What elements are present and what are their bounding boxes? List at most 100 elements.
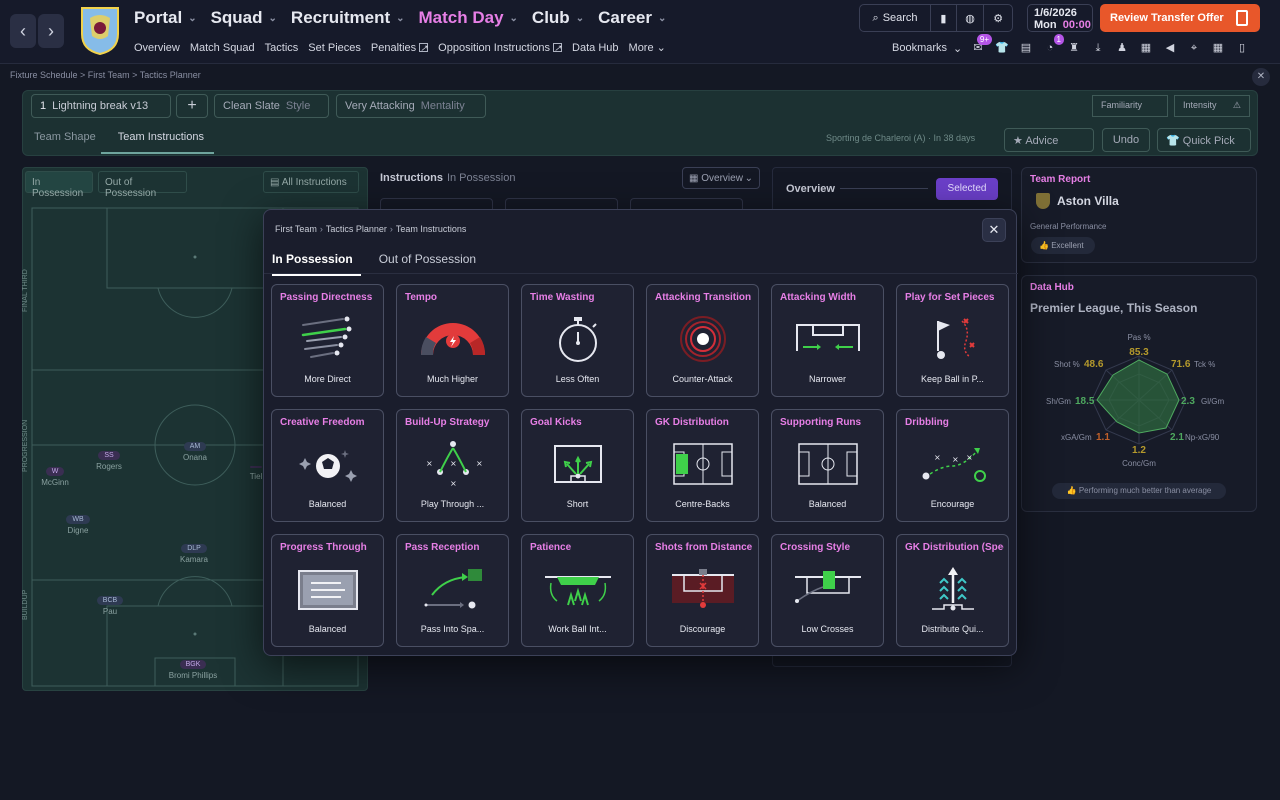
back-arrow-icon[interactable]: ‹ xyxy=(10,14,36,48)
instruction-card-attacking-transition[interactable]: Attacking Transition Counter-Attack xyxy=(646,284,759,397)
quick-pick-button[interactable]: 👕 Quick Pick xyxy=(1157,128,1251,152)
notifications-icon[interactable]: ◔ 1 xyxy=(1042,34,1064,56)
submenu-set-pieces[interactable]: Set Pieces xyxy=(308,41,361,54)
report-icon[interactable]: ▦ xyxy=(1138,40,1154,56)
forward-arrow-icon[interactable]: › xyxy=(38,14,64,48)
card-value: Counter-Attack xyxy=(672,374,733,384)
selected-button[interactable]: Selected xyxy=(936,178,998,200)
instruction-card-tempo[interactable]: Tempo Much Higher xyxy=(396,284,509,397)
instruction-card-play-for-set-pieces[interactable]: Play for Set Pieces Keep Ball in P... xyxy=(896,284,1009,397)
staff-icon[interactable]: ♟ xyxy=(1114,40,1130,56)
tactic-name: Lightning break v13 xyxy=(52,100,149,112)
player-onana[interactable]: AM Onana xyxy=(174,441,216,462)
card-value: Low Crosses xyxy=(801,624,854,634)
player-mcginn[interactable]: W McGinn xyxy=(36,466,74,487)
instruction-card-shots-from-distance[interactable]: Shots from Distance Discourage xyxy=(646,534,759,647)
data-hub-subtitle: Premier League, This Season xyxy=(1030,301,1198,315)
club-crest-icon[interactable] xyxy=(80,6,120,56)
globe-icon[interactable]: ◍ xyxy=(957,5,985,31)
menu-career[interactable]: Career ⌄ xyxy=(598,8,666,28)
submenu-more[interactable]: More ⌄ xyxy=(629,41,666,55)
player-pau[interactable]: BCB Pau xyxy=(90,595,130,616)
submenu-penalties[interactable]: Penalties ↗ xyxy=(371,41,429,54)
instruction-card-dribbling[interactable]: Dribbling × × × Encourage xyxy=(896,409,1009,522)
bookmark-icon[interactable]: ▮ xyxy=(931,5,957,31)
team-report-title: Team Report xyxy=(1030,174,1091,185)
submenu-data-hub[interactable]: Data Hub xyxy=(572,41,618,54)
menu-club[interactable]: Club ⌄ xyxy=(532,8,584,28)
gear-icon[interactable]: ⚙ xyxy=(984,5,1012,31)
tactic-select[interactable]: 1 Lightning break v13 xyxy=(31,94,171,118)
modal-close-button[interactable]: ✕ xyxy=(982,218,1006,242)
undo-button[interactable]: Undo xyxy=(1102,128,1150,152)
width-arrows-icon xyxy=(796,324,860,351)
card-value: Much Higher xyxy=(426,374,479,384)
instruction-card-goal-kicks[interactable]: Goal Kicks Short xyxy=(521,409,634,522)
date-time-button[interactable]: 1/6/2026 Mon 00:00 xyxy=(1027,4,1093,32)
menu-portal[interactable]: Portal ⌄ xyxy=(134,8,197,28)
tab-team-shape[interactable]: Team Shape xyxy=(34,131,96,143)
stat-label-shgm: Sh/Gm xyxy=(1046,397,1071,406)
tab-in-possession[interactable]: In Possession xyxy=(272,248,361,276)
instruction-card-gk-distribution-speed[interactable]: GK Distribution (Speed Distribute Qui... xyxy=(896,534,1009,647)
submenu-opposition-instructions[interactable]: Opposition Instructions ↗ xyxy=(438,41,563,54)
main-menu: Portal ⌄ Squad ⌄ Recruitment ⌄ Match Day ⌄ C… xyxy=(134,8,666,28)
submenu-match-squad[interactable]: Match Squad xyxy=(190,41,255,54)
trophy-icon[interactable]: ♜ xyxy=(1066,40,1082,56)
kit-icon[interactable]: 👕 xyxy=(994,40,1010,56)
familiarity-meter[interactable]: Familiarity xyxy=(1092,95,1168,117)
submenu-tactics[interactable]: Tactics xyxy=(265,41,299,54)
search-button[interactable]: ⌕ Search xyxy=(860,5,932,31)
notes-icon[interactable]: ▯ xyxy=(1234,40,1250,56)
instruction-card-progress-through[interactable]: Progress Through Balanced xyxy=(271,534,384,647)
submenu-overview[interactable]: Overview xyxy=(134,41,180,54)
menu-squad[interactable]: Squad ⌄ xyxy=(211,8,277,28)
instruction-card-build-up-strategy[interactable]: Build-Up Strategy × × × × Play Through .… xyxy=(396,409,509,522)
player-digne[interactable]: WB Digne xyxy=(58,514,98,535)
mentality-select[interactable]: Very Attacking Mentality xyxy=(336,94,486,118)
add-tactic-button[interactable]: + xyxy=(176,94,208,118)
megaphone-icon[interactable]: ◀ xyxy=(1162,40,1178,56)
tab-out-of-possession[interactable]: Out of Possession xyxy=(379,248,476,276)
pitch-tab-out-of-possession[interactable]: Out of Possession xyxy=(98,171,187,199)
card-value: Less Often xyxy=(555,374,600,384)
instruction-card-creative-freedom[interactable]: Creative Freedom Balanced xyxy=(271,409,384,522)
modal-crumb-tactics-planner[interactable]: Tactics Planner xyxy=(326,224,387,234)
calendar-icon[interactable]: ▦ xyxy=(1210,40,1226,56)
player-kamara[interactable]: DLP Kamara xyxy=(172,543,216,564)
style-select[interactable]: Clean Slate Style xyxy=(214,94,329,118)
inbox-icon[interactable]: ✉ 9+ xyxy=(970,34,992,56)
all-instructions-button[interactable]: ▤ All Instructions xyxy=(263,171,359,193)
breadcrumb[interactable]: Fixture Schedule > First Team > Tactics … xyxy=(10,70,201,80)
menu-match-day[interactable]: Match Day ⌄ xyxy=(419,8,518,28)
pitch-tab-in-possession[interactable]: In Possession xyxy=(25,171,93,199)
tab-team-instructions[interactable]: Team Instructions xyxy=(118,131,204,143)
instruction-card-gk-distribution[interactable]: GK Distribution Centre-Backs xyxy=(646,409,759,522)
review-transfer-offer-button[interactable]: Review Transfer Offer xyxy=(1100,4,1260,32)
instruction-card-pass-reception[interactable]: Pass Reception Pass Into Spa... xyxy=(396,534,509,647)
instruction-card-passing-directness[interactable]: Passing Directness More Direct xyxy=(271,284,384,397)
advice-label: Advice xyxy=(1025,135,1059,147)
scout-icon[interactable]: ⌖ xyxy=(1186,40,1202,56)
advice-button[interactable]: ★ Advice xyxy=(1004,128,1094,152)
current-day: Mon xyxy=(1034,19,1057,31)
instructions-view-select[interactable]: ▦ Overview ⌄ xyxy=(682,167,760,189)
instruction-card-patience[interactable]: Patience Work Ball Int... xyxy=(521,534,634,647)
bookmarks-dropdown[interactable]: Bookmarks ⌄ xyxy=(892,42,962,55)
schedule-icon[interactable]: ▤ xyxy=(1018,40,1034,56)
planner-tabs: Team Shape Team Instructions xyxy=(34,131,204,143)
goal-kick-icon xyxy=(554,445,602,483)
modal-crumb-first-team[interactable]: First Team xyxy=(275,224,317,234)
instruction-card-attacking-width[interactable]: Attacking Width Narrower xyxy=(771,284,884,397)
card-title: Attacking Transition xyxy=(655,292,752,303)
intensity-meter[interactable]: Intensity ⚠ xyxy=(1174,95,1250,117)
instruction-card-time-wasting[interactable]: Time Wasting Less Often xyxy=(521,284,634,397)
download-icon[interactable]: ⤓ xyxy=(1090,40,1106,56)
menu-recruitment[interactable]: Recruitment ⌄ xyxy=(291,8,405,28)
close-icon[interactable]: ✕ xyxy=(1252,68,1270,86)
instruction-card-crossing-style[interactable]: Crossing Style Low Crosses xyxy=(771,534,884,647)
player-rogers[interactable]: SS Rogers xyxy=(88,450,130,471)
stat-label-xga: xGA/Gm xyxy=(1061,433,1092,442)
player-goalkeeper[interactable]: BGK Bromi Phillips xyxy=(160,659,226,680)
instruction-card-supporting-runs[interactable]: Supporting Runs Balanced xyxy=(771,409,884,522)
